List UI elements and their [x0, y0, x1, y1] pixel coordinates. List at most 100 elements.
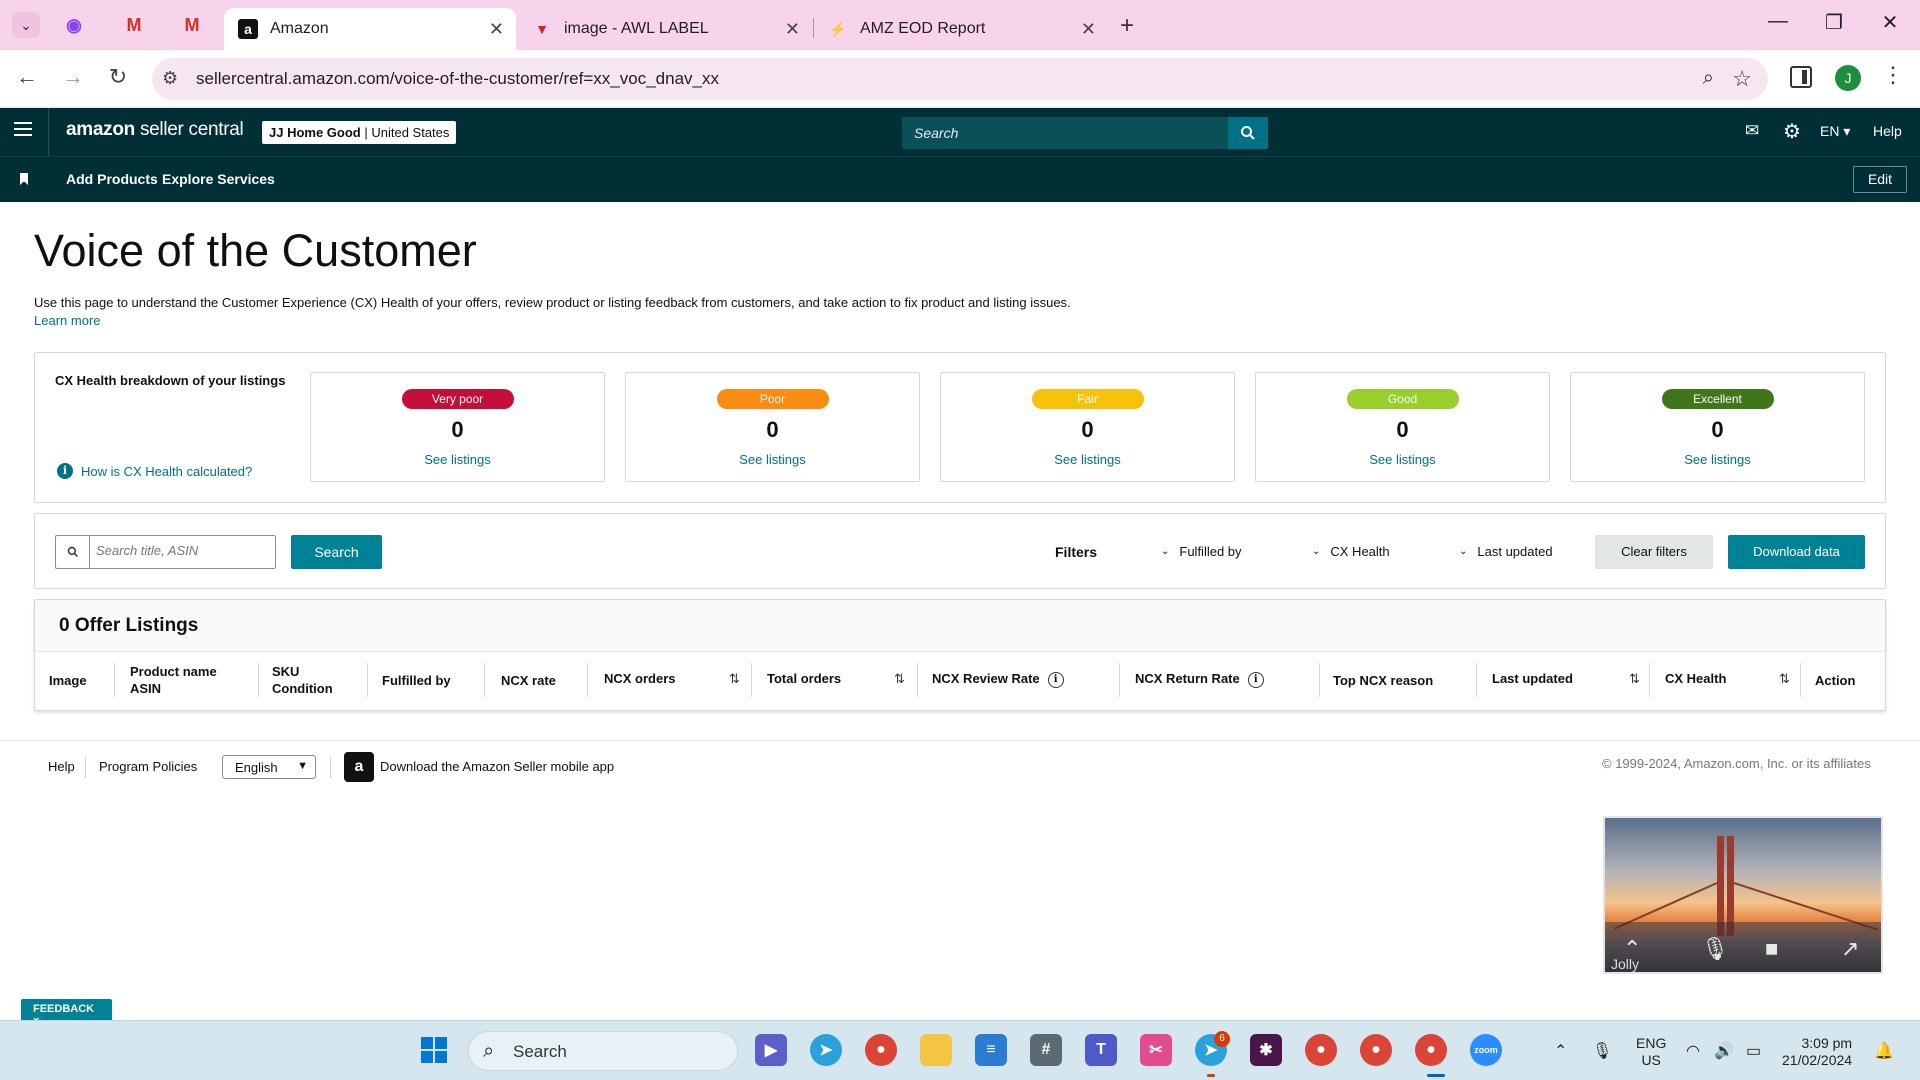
site-info-icon[interactable]: ⚙: [162, 68, 178, 89]
fulfilled-by-dropdown[interactable]: ⌄ Fulfilled by: [1161, 544, 1242, 559]
download-seller-app-link[interactable]: Download the Amazon Seller mobile app: [380, 759, 614, 774]
col-sku[interactable]: SKU Condition: [272, 663, 333, 697]
taskbar-search-text: Search: [513, 1042, 567, 1061]
browser-menu-icon[interactable]: ⋮: [1882, 62, 1904, 88]
col-total-orders[interactable]: Total orders: [767, 670, 841, 687]
info-icon[interactable]: i: [1047, 671, 1064, 688]
last-updated-dropdown[interactable]: ⌄ Last updated: [1459, 544, 1553, 559]
header-search-button[interactable]: [1228, 117, 1268, 149]
restore-icon[interactable]: ❐: [1814, 10, 1854, 35]
profile-avatar[interactable]: J: [1835, 65, 1861, 91]
see-listings-link[interactable]: See listings: [1571, 452, 1864, 467]
bookmark-star-icon[interactable]: ☆: [1732, 66, 1752, 92]
tab-search-chevron-icon[interactable]: ⌄: [12, 12, 40, 38]
see-listings-link[interactable]: See listings: [311, 452, 604, 467]
sort-icon[interactable]: ⇅: [729, 671, 740, 687]
zoom-app-icon[interactable]: zoom: [1470, 1034, 1502, 1066]
camera-icon[interactable]: ■: [1765, 936, 1778, 962]
store-switcher[interactable]: JJ Home Good | United States: [262, 121, 457, 144]
see-listings-link[interactable]: See listings: [1256, 452, 1549, 467]
col-last-updated[interactable]: Last updated: [1492, 670, 1573, 687]
video-chat-icon[interactable]: ▶: [755, 1034, 787, 1066]
footer-program-policies-link[interactable]: Program Policies: [99, 759, 197, 774]
gmail-icon[interactable]: M: [122, 13, 146, 37]
sort-icon[interactable]: ⇅: [894, 671, 905, 687]
language-selector[interactable]: EN ▾: [1820, 123, 1850, 140]
sort-icon[interactable]: ⇅: [1779, 671, 1790, 687]
show-hidden-icons-icon[interactable]: ⌃: [1554, 1041, 1567, 1061]
feedback-tab[interactable]: FEEDBACK ×: [21, 999, 112, 1027]
notepad-icon[interactable]: ≡: [975, 1034, 1007, 1066]
search-button[interactable]: Search: [291, 535, 382, 569]
chrome-icon[interactable]: ●: [865, 1034, 897, 1066]
chrome-profile-2-icon[interactable]: ●: [1360, 1034, 1392, 1066]
header-search-placeholder: Search: [914, 125, 959, 141]
footer-help-link[interactable]: Help: [48, 759, 75, 774]
cx-health-dropdown[interactable]: ⌄ CX Health: [1312, 544, 1390, 559]
bookmark-icon[interactable]: [20, 173, 28, 185]
forward-icon[interactable]: →: [58, 64, 88, 90]
col-cx-health[interactable]: CX Health: [1665, 670, 1726, 687]
wifi-icon[interactable]: ◠: [1686, 1041, 1700, 1061]
subnav-add-products[interactable]: Add Products: [66, 171, 158, 187]
snipping-tool-icon[interactable]: ✂: [1140, 1034, 1172, 1066]
back-icon[interactable]: ←: [12, 64, 42, 90]
listing-search-input[interactable]: [96, 543, 266, 558]
close-tab-icon[interactable]: ✕: [785, 19, 800, 40]
slack-icon[interactable]: ✱: [1250, 1034, 1282, 1066]
telegram-desktop-icon[interactable]: ➤: [810, 1034, 842, 1066]
tab-awl-label[interactable]: ▼ image - AWL LABEL ✕: [518, 8, 812, 50]
footer-language-select[interactable]: English ▼: [222, 755, 316, 779]
sort-icon[interactable]: ⇅: [1629, 671, 1640, 687]
amazon-app-icon[interactable]: a: [344, 752, 374, 782]
help-link[interactable]: Help: [1873, 123, 1902, 139]
close-tab-icon[interactable]: ✕: [1081, 19, 1096, 40]
zoom-icon[interactable]: ⌕: [1703, 67, 1714, 90]
col-ncx-orders[interactable]: NCX orders: [604, 670, 676, 687]
open-window-icon[interactable]: ↗: [1841, 936, 1859, 962]
minimize-icon[interactable]: —: [1758, 10, 1798, 33]
tab-amz-eod-report[interactable]: ⚡ AMZ EOD Report ✕: [814, 8, 1108, 50]
tab-amazon[interactable]: a Amazon ✕: [224, 8, 516, 50]
notification-bell-icon[interactable]: 🔔: [1874, 1041, 1894, 1061]
new-tab-icon[interactable]: +: [1120, 12, 1134, 40]
cx-health-info-link[interactable]: i How is CX Health calculated?: [57, 463, 252, 479]
video-call-window[interactable]: ⌃ 🎙 ■ ↗ Jolly: [1603, 816, 1883, 974]
messenger-icon[interactable]: ◉: [62, 13, 86, 37]
clear-filters-button[interactable]: Clear filters: [1595, 535, 1713, 569]
see-listings-link[interactable]: See listings: [941, 452, 1234, 467]
windows-start-icon[interactable]: [418, 1034, 450, 1066]
taskbar-clock[interactable]: 3:09 pm 21/02/2024: [1782, 1035, 1852, 1069]
seller-central-logo[interactable]: amazon seller central: [66, 119, 244, 141]
chrome-profile-icon[interactable]: ●: [1305, 1034, 1337, 1066]
close-tab-icon[interactable]: ✕: [489, 19, 504, 40]
microphone-icon[interactable]: 🎙: [1592, 1041, 1612, 1061]
learn-more-link[interactable]: Learn more: [34, 313, 100, 328]
close-window-icon[interactable]: ✕: [1870, 10, 1910, 35]
hamburger-menu-icon[interactable]: [14, 122, 32, 136]
taskbar-search[interactable]: ⌕ Search: [468, 1031, 738, 1071]
edit-button[interactable]: Edit: [1853, 166, 1907, 193]
reload-icon[interactable]: ↻: [103, 64, 133, 90]
teams-icon[interactable]: T: [1085, 1034, 1117, 1066]
mail-icon[interactable]: ✉: [1745, 121, 1759, 141]
listing-search-field[interactable]: [55, 535, 276, 569]
gmail-icon-2[interactable]: M: [180, 13, 204, 37]
calculator-icon[interactable]: #: [1030, 1034, 1062, 1066]
settings-gear-icon[interactable]: ⚙: [1783, 119, 1801, 144]
header-search[interactable]: Search: [902, 117, 1268, 149]
file-explorer-icon[interactable]: [920, 1034, 952, 1066]
col-product-name[interactable]: Product name ASIN: [130, 663, 217, 697]
subnav-explore-services[interactable]: Explore Services: [162, 171, 275, 187]
info-icon[interactable]: i: [1247, 671, 1264, 688]
omnibox[interactable]: ⚙ sellercentral.amazon.com/voice-of-the-…: [152, 58, 1768, 100]
url-text[interactable]: sellercentral.amazon.com/voice-of-the-cu…: [196, 69, 719, 89]
battery-icon[interactable]: ▭: [1746, 1041, 1761, 1061]
input-language[interactable]: ENG US: [1636, 1035, 1666, 1069]
see-listings-link[interactable]: See listings: [626, 452, 919, 467]
volume-icon[interactable]: 🔊: [1714, 1041, 1734, 1061]
download-data-button[interactable]: Download data: [1728, 535, 1865, 569]
side-panel-icon[interactable]: [1790, 66, 1812, 88]
chrome-profile-active-icon[interactable]: ●: [1415, 1034, 1447, 1066]
mic-muted-icon[interactable]: 🎙: [1701, 936, 1729, 962]
